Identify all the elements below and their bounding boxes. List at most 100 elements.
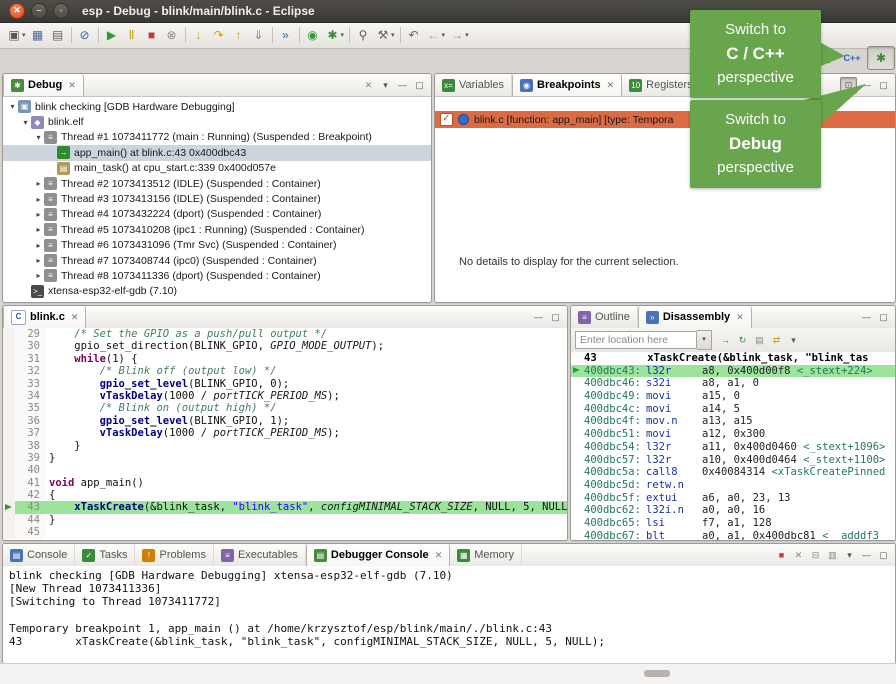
close-tab-icon[interactable]: ✕ bbox=[68, 80, 76, 91]
minimize-icon[interactable]: — bbox=[859, 310, 874, 325]
instruction-stepping-button[interactable]: » bbox=[276, 25, 296, 45]
close-tab-icon[interactable]: ✕ bbox=[435, 550, 443, 561]
code-line[interactable]: 41void app_main() bbox=[3, 477, 567, 489]
maximize-icon[interactable]: ▢ bbox=[548, 310, 563, 325]
code-line[interactable]: 38 } bbox=[3, 440, 567, 452]
save-button[interactable]: ▦ bbox=[28, 25, 48, 45]
debug-dropdown-icon[interactable]: ▾ bbox=[341, 31, 345, 39]
disassembly-row[interactable]: 400dbc49:movia15, 0 bbox=[571, 390, 895, 403]
close-tab-icon[interactable]: ✕ bbox=[607, 80, 615, 91]
scroll-lock-icon[interactable]: ▥ bbox=[825, 548, 840, 563]
code-line[interactable]: 35 /* Blink on (output high) */ bbox=[3, 402, 567, 414]
maximize-icon[interactable]: ▢ bbox=[876, 310, 891, 325]
debug-tree-item[interactable]: ▾▣blink checking [GDB Hardware Debugging… bbox=[3, 99, 431, 114]
back-button[interactable]: ← bbox=[424, 25, 444, 45]
minimize-window-button[interactable]: – bbox=[31, 3, 47, 19]
maximize-icon[interactable]: ▢ bbox=[876, 548, 891, 563]
chevron-right-icon[interactable]: ▸ bbox=[33, 179, 44, 188]
terminate-icon[interactable]: ■ bbox=[774, 548, 789, 563]
breakpoint-row[interactable]: ✓blink.c [function: app_main] [type: Tem… bbox=[435, 111, 895, 128]
tab-variables[interactable]: x=Variables bbox=[435, 74, 512, 96]
step-over-button[interactable]: ↷ bbox=[209, 25, 229, 45]
code-line[interactable]: 39} bbox=[3, 452, 567, 464]
view-menu-icon[interactable]: ▾ bbox=[378, 78, 393, 93]
code-line[interactable]: 44} bbox=[3, 514, 567, 526]
tab-disassembly[interactable]: »Disassembly✕ bbox=[638, 306, 752, 328]
chevron-right-icon[interactable]: ▸ bbox=[33, 256, 44, 265]
disassembly-row[interactable]: 400dbc51:movia12, 0x300 bbox=[571, 428, 895, 441]
back-dropdown-icon[interactable]: ▾ bbox=[442, 31, 446, 39]
disassembly-row[interactable]: 400dbc4f:mov.na13, a15 bbox=[571, 415, 895, 428]
disassembly-row[interactable]: 400dbc57:l32ra10, 0x400d0464 <_stext+110… bbox=[571, 454, 895, 467]
debug-tree-item[interactable]: ▾≡Thread #1 1073411772 (main : Running) … bbox=[3, 130, 431, 145]
chevron-right-icon[interactable]: ▸ bbox=[33, 271, 44, 280]
forward-dropdown-icon[interactable]: ▾ bbox=[465, 31, 469, 39]
print-button[interactable]: ▤ bbox=[48, 25, 68, 45]
minimize-icon[interactable]: — bbox=[859, 548, 874, 563]
console-output[interactable]: blink checking [GDB Hardware Debugging] … bbox=[3, 566, 895, 663]
last-edit-location-button[interactable]: ↶ bbox=[404, 25, 424, 45]
sync-icon[interactable]: ⇄ bbox=[769, 333, 784, 348]
debug-tree-item[interactable]: ▾◆blink.elf bbox=[3, 114, 431, 129]
minimize-icon[interactable]: — bbox=[395, 78, 410, 93]
link-with-debug-icon[interactable]: ⊡ bbox=[840, 77, 857, 94]
code-line[interactable]: 40 bbox=[3, 464, 567, 476]
code-line[interactable]: 34 vTaskDelay(1000 / portTICK_PERIOD_MS)… bbox=[3, 390, 567, 402]
code-line[interactable]: 32 /* Blink off (output low) */ bbox=[3, 365, 567, 377]
cpp-perspective-button[interactable]: C++ bbox=[839, 47, 865, 69]
maximize-window-button[interactable]: ▫ bbox=[53, 3, 69, 19]
step-return-button[interactable]: ↑ bbox=[229, 25, 249, 45]
debug-tree-item[interactable]: >_xtensa-esp32-elf-gdb (7.10) bbox=[3, 284, 431, 299]
debug-tree-item[interactable]: ▸≡Thread #2 1073413512 (IDLE) (Suspended… bbox=[3, 176, 431, 191]
clear-console-icon[interactable]: ⊟ bbox=[808, 548, 823, 563]
code-line[interactable]: 33 gpio_set_level(BLINK_GPIO, 0); bbox=[3, 378, 567, 390]
disassembly-row[interactable]: 400dbc4c:movia14, 5 bbox=[571, 403, 895, 416]
location-dropdown-icon[interactable]: ▾ bbox=[697, 330, 712, 350]
debug-tree-item[interactable]: ▸≡Thread #8 1073411336 (dport) (Suspende… bbox=[3, 268, 431, 283]
go-to-address-icon[interactable]: → bbox=[718, 333, 733, 348]
debug-perspective-button[interactable]: ✱ bbox=[867, 46, 895, 70]
code-line[interactable]: 45 bbox=[3, 526, 567, 538]
disassembly-row[interactable]: 400dbc5a:call80x40084314 <xTaskCreatePin… bbox=[571, 466, 895, 479]
tab-memory[interactable]: ▦Memory bbox=[450, 544, 522, 566]
horizontal-scrollbar-thumb[interactable] bbox=[644, 670, 670, 677]
chevron-right-icon[interactable]: ▸ bbox=[33, 241, 44, 250]
view-menu-icon[interactable]: ▾ bbox=[786, 333, 801, 348]
code-editor[interactable]: 29 /* Set the GPIO as a push/pull output… bbox=[3, 328, 567, 540]
search-button[interactable]: ⚲ bbox=[353, 25, 373, 45]
close-window-button[interactable]: ✕ bbox=[9, 3, 25, 19]
terminate-button[interactable]: ■ bbox=[142, 25, 162, 45]
tab-problems[interactable]: !Problems bbox=[135, 544, 213, 566]
code-line[interactable]: 30 gpio_set_direction(BLINK_GPIO, GPIO_M… bbox=[3, 340, 567, 352]
skip-all-breakpoints-button[interactable]: ⊘ bbox=[75, 25, 95, 45]
debug-tree-item[interactable]: ▤main_task() at cpu_start.c:339 0x400d05… bbox=[3, 161, 431, 176]
external-tools-button[interactable]: ⚒ bbox=[373, 25, 393, 45]
new-wizard-dropdown-icon[interactable]: ▾ bbox=[22, 31, 26, 39]
close-tab-icon[interactable]: ✕ bbox=[736, 312, 744, 323]
tab-tasks[interactable]: ✓Tasks bbox=[75, 544, 135, 566]
chevron-down-icon[interactable]: ▾ bbox=[7, 102, 18, 111]
debug-tree-item[interactable]: →app_main() at blink.c:43 0x400dbc43 bbox=[3, 145, 431, 160]
close-tab-icon[interactable]: ✕ bbox=[71, 312, 79, 323]
debug-button[interactable]: ✱ bbox=[323, 25, 343, 45]
view-menu-icon[interactable]: ▾ bbox=[842, 548, 857, 563]
show-source-icon[interactable]: ▤ bbox=[752, 333, 767, 348]
external-tools-dropdown-icon[interactable]: ▾ bbox=[391, 31, 395, 39]
code-line[interactable]: 36 gpio_set_level(BLINK_GPIO, 1); bbox=[3, 415, 567, 427]
debug-tree-item[interactable]: ▸≡Thread #3 1073413156 (IDLE) (Suspended… bbox=[3, 191, 431, 206]
suspend-button[interactable]: Ⅱ bbox=[122, 25, 142, 45]
tab-debugger-console[interactable]: ▤Debugger Console✕ bbox=[306, 544, 450, 566]
drop-to-frame-button[interactable]: ⇓ bbox=[249, 25, 269, 45]
debug-tree-item[interactable]: ▸≡Thread #7 1073408744 (ipc0) (Suspended… bbox=[3, 253, 431, 268]
disassembly-row[interactable]: 400dbc65:lsif7, a1, 128 bbox=[571, 517, 895, 530]
code-line[interactable]: 29 /* Set the GPIO as a push/pull output… bbox=[3, 328, 567, 340]
breakpoint-checkbox[interactable]: ✓ bbox=[440, 113, 453, 126]
refresh-icon[interactable]: ↻ bbox=[735, 333, 750, 348]
tab-registers[interactable]: 10Registers bbox=[622, 74, 700, 96]
disassembly-row[interactable]: 400dbc62:l32i.na0, a0, 16 bbox=[571, 504, 895, 517]
code-line[interactable]: 42{ bbox=[3, 489, 567, 501]
disassembly-row[interactable]: 400dbc5d:retw.n bbox=[571, 479, 895, 492]
chevron-right-icon[interactable]: ▸ bbox=[33, 210, 44, 219]
chevron-right-icon[interactable]: ▸ bbox=[33, 195, 44, 204]
disassembly-row[interactable]: 400dbc5f:extuia6, a0, 23, 13 bbox=[571, 492, 895, 505]
